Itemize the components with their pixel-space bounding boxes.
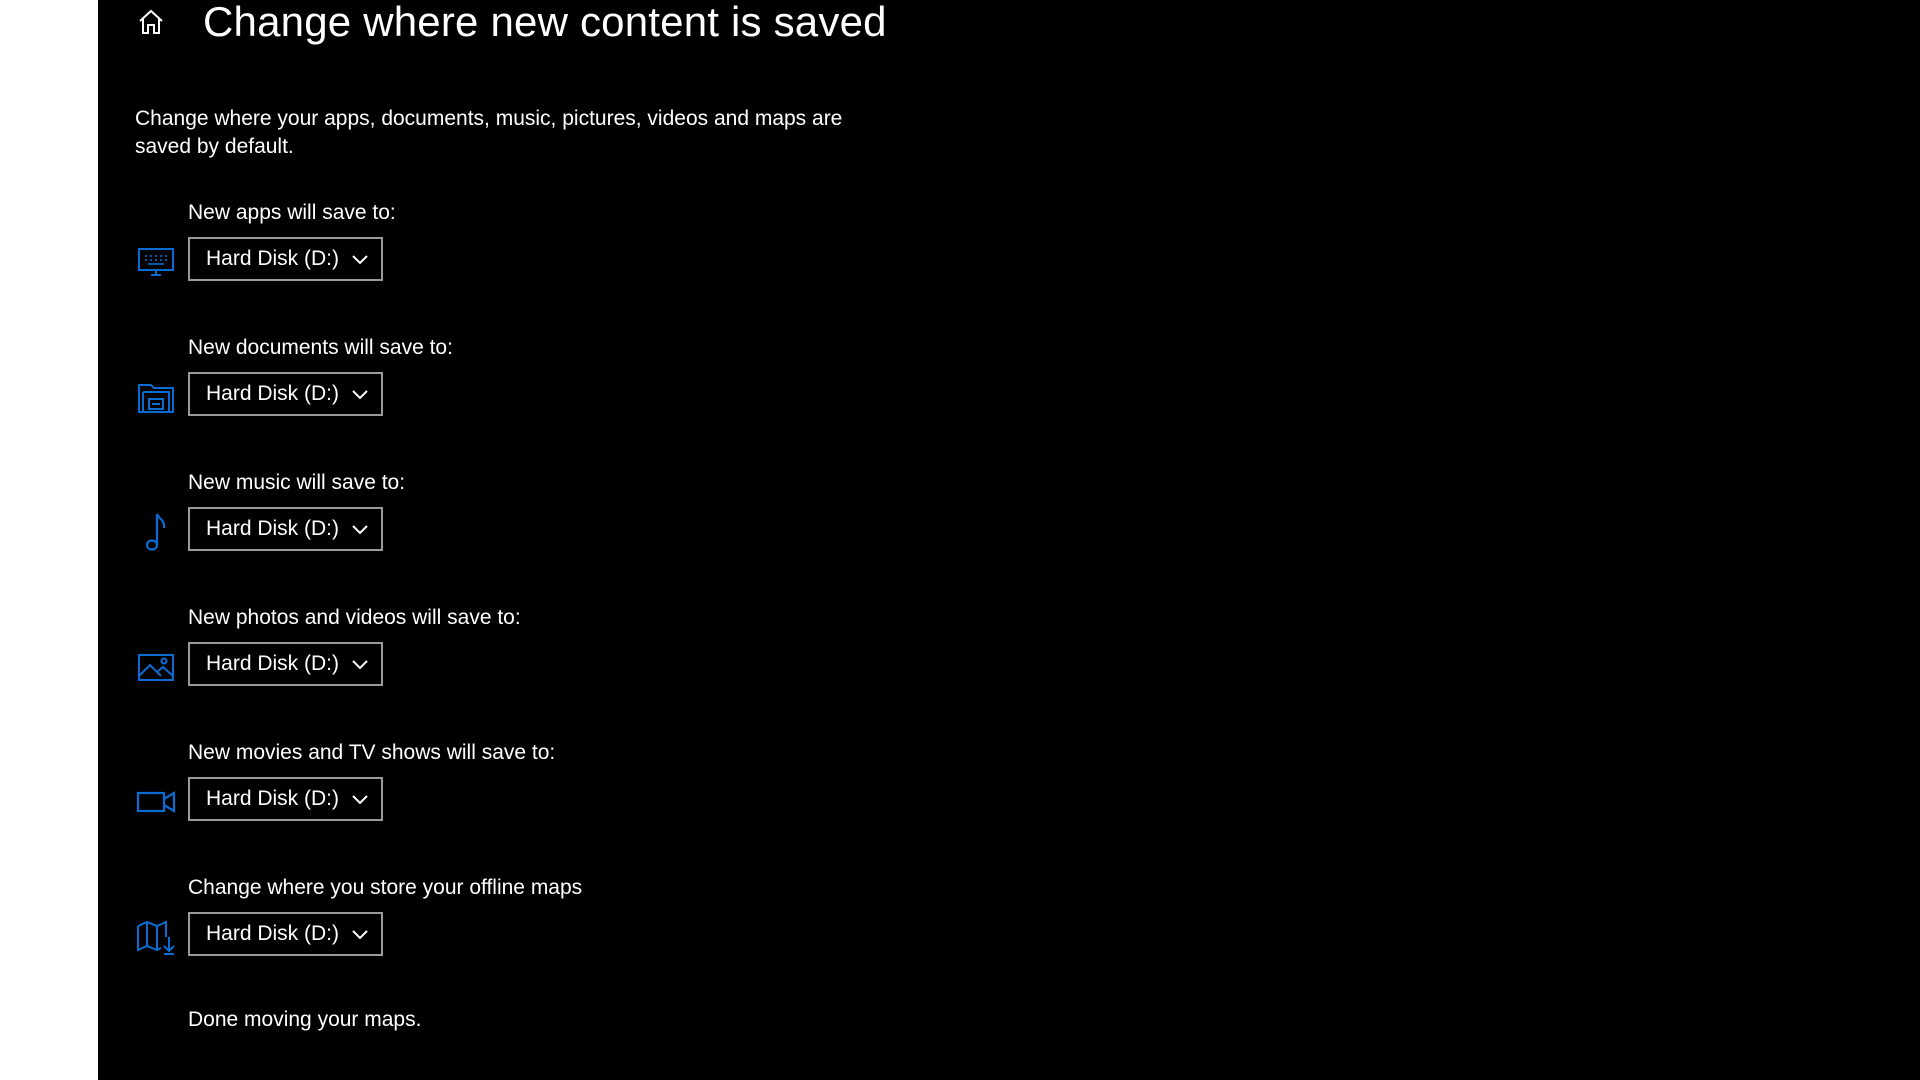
dropdown-value: Hard Disk (D:) [206,517,340,540]
setting-new-movies: New movies and TV shows will save to: Ha… [135,739,835,849]
chevron-down-icon [352,930,368,940]
page-title: Change where new content is saved [203,0,887,45]
maps-move-status: Done moving your maps. [188,1008,422,1031]
video-camera-icon [135,781,177,823]
chevron-down-icon [352,525,368,535]
setting-label: New photos and videos will save to: [188,606,521,629]
settings-window: Change where new content is saved Change… [98,0,1920,1080]
photos-save-location-dropdown[interactable]: Hard Disk (D:) [188,642,383,686]
photo-icon [135,646,177,688]
music-note-icon [135,511,177,553]
dropdown-value: Hard Disk (D:) [206,922,340,945]
chevron-down-icon [352,390,368,400]
chevron-down-icon [352,255,368,265]
dropdown-value: Hard Disk (D:) [206,382,340,405]
setting-label: New music will save to: [188,471,406,494]
chevron-down-icon [352,660,368,670]
monitor-keyboard-icon [135,241,177,283]
setting-label: New apps will save to: [188,201,396,224]
dropdown-value: Hard Disk (D:) [206,247,340,270]
dropdown-value: Hard Disk (D:) [206,787,340,810]
home-icon[interactable] [135,6,167,38]
setting-new-apps: New apps will save to: Hard Disk (D:) [135,199,835,309]
page-description: Change where your apps, documents, music… [135,107,843,158]
page-header: Change where new content is saved [135,0,887,44]
offline-map-icon [135,916,177,958]
setting-offline-maps: Change where you store your offline maps… [135,874,835,984]
maps-save-location-dropdown[interactable]: Hard Disk (D:) [188,912,383,956]
setting-new-photos: New photos and videos will save to: Hard… [135,604,835,714]
music-save-location-dropdown[interactable]: Hard Disk (D:) [188,507,383,551]
setting-new-documents: New documents will save to: Hard Disk (D… [135,334,835,444]
dropdown-value: Hard Disk (D:) [206,652,340,675]
documents-drive-icon [135,376,177,418]
setting-label: Change where you store your offline maps [188,876,583,899]
apps-save-location-dropdown[interactable]: Hard Disk (D:) [188,237,383,281]
setting-label: New movies and TV shows will save to: [188,741,556,764]
documents-save-location-dropdown[interactable]: Hard Disk (D:) [188,372,383,416]
setting-label: New documents will save to: [188,336,453,359]
setting-new-music: New music will save to: Hard Disk (D:) [135,469,835,579]
chevron-down-icon [352,795,368,805]
movies-save-location-dropdown[interactable]: Hard Disk (D:) [188,777,383,821]
